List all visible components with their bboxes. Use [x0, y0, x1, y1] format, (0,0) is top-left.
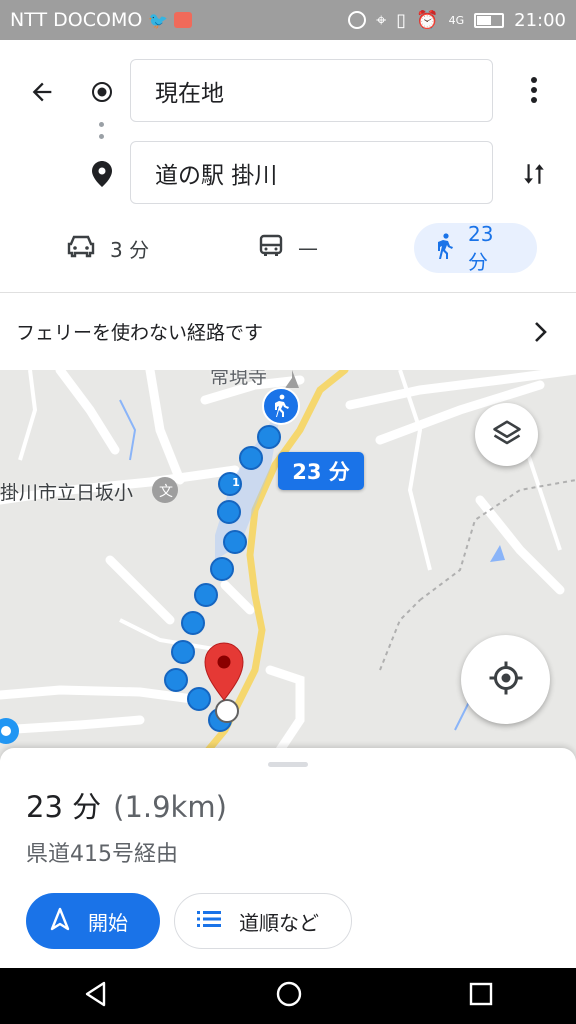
- tab-walk[interactable]: 23 分: [414, 221, 537, 274]
- walk-duration: 23 分: [468, 221, 494, 274]
- walk-icon: [436, 232, 454, 264]
- summary-distance: (1.9km): [113, 790, 227, 824]
- summary-via: 県道415号経由: [26, 842, 178, 867]
- bus-icon: [258, 233, 284, 264]
- chevron-right-icon: [534, 321, 548, 348]
- recents-square-icon[interactable]: [468, 981, 494, 1011]
- route-notice-text: フェリーを使わない経路です: [16, 322, 264, 344]
- start-button[interactable]: 開始: [26, 893, 160, 949]
- crosshair-icon: [488, 660, 524, 700]
- steps-button[interactable]: 道順など: [174, 893, 352, 949]
- car-icon: [66, 234, 96, 263]
- sheet-drag-handle[interactable]: [268, 762, 308, 767]
- transit-duration: —: [298, 236, 318, 260]
- steps-button-label: 道順など: [239, 910, 319, 935]
- carrier-label: NTT DOCOMO: [10, 9, 143, 31]
- location-icon: ⌖: [376, 9, 387, 31]
- back-arrow-icon[interactable]: [20, 70, 64, 114]
- school-icon: 文: [159, 484, 173, 500]
- list-icon: [197, 909, 221, 933]
- map-label-temple: 常現寺: [210, 370, 268, 388]
- car-duration: 3 分: [110, 237, 150, 262]
- back-triangle-icon[interactable]: [82, 980, 110, 1012]
- layers-button[interactable]: [475, 403, 538, 466]
- origin-input[interactable]: 現在地: [130, 59, 493, 122]
- layers-icon: [492, 418, 522, 452]
- status-bar: NTT DOCOMO 🐦 ⌖ ▯ ⏰ 4G 21:00: [0, 0, 576, 40]
- route-notice-row[interactable]: フェリーを使わない経路です: [0, 292, 576, 370]
- alarm-icon: ⏰: [416, 9, 439, 31]
- navigation-arrow-icon: [50, 907, 70, 936]
- more-options-icon[interactable]: [514, 70, 554, 110]
- directions-header: 現在地 道の駅 掛川 3 分 — 23 分: [0, 40, 576, 292]
- destination-pin-icon: [88, 158, 116, 190]
- twitter-icon: 🐦: [148, 10, 169, 30]
- summary-duration: 23 分: [26, 790, 102, 824]
- battery-icon: [474, 12, 505, 28]
- route-duration-badge[interactable]: 23 分: [278, 452, 364, 490]
- vibrate-icon: ▯: [396, 9, 407, 31]
- my-location-button[interactable]: [461, 635, 550, 724]
- start-button-label: 開始: [88, 910, 128, 935]
- tab-transit[interactable]: —: [258, 223, 318, 273]
- map-label-school: 掛川市立日坂小: [0, 482, 134, 504]
- origin-marker-icon: [88, 78, 116, 106]
- swap-icon[interactable]: [514, 154, 554, 194]
- travel-mode-bar: 3 分 — 23 分: [0, 220, 576, 276]
- map-view[interactable]: 1 掛川市立日坂小 文 常現寺 23 分: [0, 370, 576, 760]
- clock: 21:00: [514, 9, 566, 31]
- system-navigation-bar: [0, 968, 576, 1024]
- route-summary-sheet[interactable]: 23 分 (1.9km) 県道415号経由 開始 道順など: [0, 748, 576, 968]
- tab-car[interactable]: 3 分: [66, 223, 149, 273]
- destination-input[interactable]: 道の駅 掛川: [130, 141, 493, 204]
- mail-icon: [174, 12, 193, 28]
- network-label: 4G: [448, 13, 465, 27]
- route-connector-dots: [99, 122, 105, 142]
- route-number-badge: 1: [232, 476, 240, 489]
- nfc-icon: [348, 11, 367, 29]
- home-circle-icon[interactable]: [275, 980, 303, 1012]
